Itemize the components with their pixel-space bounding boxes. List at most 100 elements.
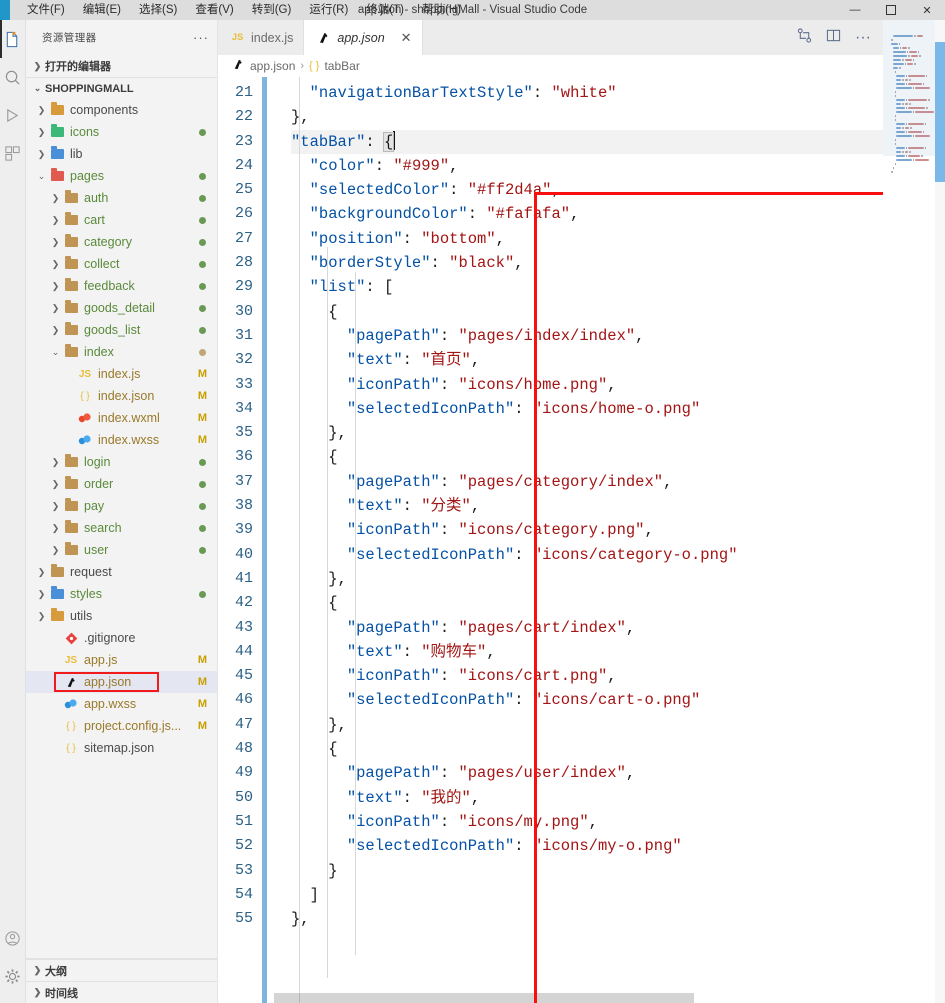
tree-item-category[interactable]: ❯ category bbox=[26, 231, 217, 253]
code-line[interactable]: "pagePath": "pages/category/index", bbox=[291, 470, 883, 494]
tree-item-search[interactable]: ❯ search bbox=[26, 517, 217, 539]
horizontal-scrollbar-thumb[interactable] bbox=[274, 993, 694, 1003]
tree-item-index[interactable]: ⌄ index bbox=[26, 341, 217, 363]
code-line[interactable]: "iconPath": "icons/home.png", bbox=[291, 373, 883, 397]
code-line[interactable]: "backgroundColor": "#fafafa", bbox=[291, 202, 883, 226]
tree-item-app-json[interactable]: app.json M bbox=[26, 671, 217, 693]
tree-item-order[interactable]: ❯ order bbox=[26, 473, 217, 495]
project-root-section[interactable]: ⌄ SHOPPINGMALL bbox=[26, 77, 217, 99]
tree-item-cart[interactable]: ❯ cart bbox=[26, 209, 217, 231]
tab-app-json[interactable]: app.json ✕ bbox=[304, 20, 423, 55]
tree-item-lib[interactable]: ❯ lib bbox=[26, 143, 217, 165]
code-line[interactable]: "selectedIconPath": "icons/cart-o.png" bbox=[291, 688, 883, 712]
menu-help[interactable]: 帮助(H) bbox=[413, 0, 470, 20]
menu-run[interactable]: 运行(R) bbox=[300, 0, 357, 20]
accounts-icon[interactable] bbox=[0, 919, 26, 957]
code-line[interactable]: "iconPath": "icons/my.png", bbox=[291, 810, 883, 834]
code-line[interactable]: "selectedIconPath": "icons/home-o.png" bbox=[291, 397, 883, 421]
code-line[interactable]: "position": "bottom", bbox=[291, 227, 883, 251]
close-tab-icon[interactable]: ✕ bbox=[401, 30, 412, 46]
code-line[interactable]: } bbox=[291, 859, 883, 883]
menu-terminal[interactable]: 终端(T) bbox=[357, 0, 413, 20]
code-line[interactable]: "color": "#999", bbox=[291, 154, 883, 178]
tree-item-request[interactable]: ❯ request bbox=[26, 561, 217, 583]
open-editors-section[interactable]: ❯ 打开的编辑器 bbox=[26, 55, 217, 77]
tree-item-index-wxml[interactable]: index.wxml M bbox=[26, 407, 217, 429]
menu-file[interactable]: 文件(F) bbox=[18, 0, 74, 20]
breadcrumb-file[interactable]: app.json bbox=[250, 59, 295, 73]
extensions-icon[interactable] bbox=[0, 134, 26, 172]
minimize-button[interactable]: — bbox=[837, 0, 873, 20]
tab-index-js[interactable]: JS index.js bbox=[218, 20, 305, 55]
code-line[interactable]: }, bbox=[291, 713, 883, 737]
tree-item-goods-list[interactable]: ❯ goods_list bbox=[26, 319, 217, 341]
tree-item-sitemap-json[interactable]: { } sitemap.json bbox=[26, 737, 217, 759]
menu-view[interactable]: 查看(V) bbox=[186, 0, 242, 20]
code-line[interactable]: "text": "首页", bbox=[291, 348, 883, 372]
tree-item-components[interactable]: ❯ components bbox=[26, 99, 217, 121]
code-line[interactable]: { bbox=[291, 300, 883, 324]
tree-item-icons[interactable]: ❯ icons bbox=[26, 121, 217, 143]
tree-item-index-js[interactable]: JS index.js M bbox=[26, 363, 217, 385]
breadcrumb[interactable]: app.json › { } tabBar bbox=[218, 55, 883, 77]
vertical-scrollbar-thumb[interactable] bbox=[935, 42, 945, 182]
code-editor[interactable]: 21 22 23 24 25 26 27 28 29 30 31 32 33 34 35 36 37 38 39 40… bbox=[218, 77, 883, 1003]
tree-item-collect[interactable]: ❯ collect bbox=[26, 253, 217, 275]
tree-item-goods-detail[interactable]: ❯ goods_detail bbox=[26, 297, 217, 319]
outline-section[interactable]: ❯ 大纲 bbox=[26, 959, 217, 981]
code-line[interactable]: { bbox=[291, 445, 883, 469]
fold-gutter[interactable] bbox=[267, 77, 281, 1003]
code-line[interactable]: "selectedIconPath": "icons/my-o.png" bbox=[291, 834, 883, 858]
code-line[interactable]: "text": "分类", bbox=[291, 494, 883, 518]
tree-item-app-js[interactable]: JS app.js M bbox=[26, 649, 217, 671]
code-line[interactable]: "borderStyle": "black", bbox=[291, 251, 883, 275]
menu-go[interactable]: 转到(G) bbox=[243, 0, 301, 20]
code-line[interactable]: "pagePath": "pages/index/index", bbox=[291, 324, 883, 348]
code-line[interactable]: "navigationBarTextStyle": "white" bbox=[291, 81, 883, 105]
horizontal-scrollbar[interactable] bbox=[218, 993, 883, 1003]
tree-item-utils[interactable]: ❯ utils bbox=[26, 605, 217, 627]
tree-item-index-wxss[interactable]: index.wxss M bbox=[26, 429, 217, 451]
timeline-section[interactable]: ❯ 时间线 bbox=[26, 981, 217, 1003]
close-button[interactable]: ✕ bbox=[909, 0, 945, 20]
code-line[interactable]: }, bbox=[291, 567, 883, 591]
code-line[interactable]: "selectedColor": "#ff2d4a", bbox=[291, 178, 883, 202]
code-line[interactable]: { bbox=[291, 737, 883, 761]
window-controls[interactable]: — ✕ bbox=[837, 0, 945, 20]
more-actions-icon[interactable]: ··· bbox=[855, 29, 871, 47]
tree-item-user[interactable]: ❯ user bbox=[26, 539, 217, 561]
code-line[interactable]: "iconPath": "icons/category.png", bbox=[291, 518, 883, 542]
code-line[interactable]: }, bbox=[291, 907, 883, 931]
tree-item-login[interactable]: ❯ login bbox=[26, 451, 217, 473]
minimap-viewport-slider[interactable] bbox=[883, 20, 935, 156]
code-line[interactable]: "text": "我的", bbox=[291, 786, 883, 810]
code-line[interactable]: "tabBar": { bbox=[291, 129, 883, 154]
menu-selection[interactable]: 选择(S) bbox=[130, 0, 186, 20]
file-tree[interactable]: ❯ components ❯ icons ❯ lib ⌄ pages ❯ auth ❯ cart ❯ ca… bbox=[26, 99, 217, 958]
run-and-debug-icon[interactable] bbox=[0, 96, 26, 134]
tree-item-styles[interactable]: ❯ styles bbox=[26, 583, 217, 605]
tree-item-pay[interactable]: ❯ pay bbox=[26, 495, 217, 517]
tree-item-app-wxss[interactable]: app.wxss M bbox=[26, 693, 217, 715]
code-line[interactable]: "iconPath": "icons/cart.png", bbox=[291, 664, 883, 688]
compare-changes-icon[interactable] bbox=[797, 27, 812, 48]
tree-item-feedback[interactable]: ❯ feedback bbox=[26, 275, 217, 297]
code-line[interactable]: "pagePath": "pages/user/index", bbox=[291, 761, 883, 785]
split-editor-icon[interactable] bbox=[826, 28, 841, 48]
menu-bar[interactable]: 文件(F) 编辑(E) 选择(S) 查看(V) 转到(G) 运行(R) 终端(T) 帮助(H) bbox=[10, 0, 470, 20]
editor-vertical-scrollbar[interactable] bbox=[935, 20, 945, 1003]
breadcrumb-symbol[interactable]: tabBar bbox=[324, 59, 359, 73]
code-line[interactable]: { bbox=[291, 591, 883, 615]
code-line[interactable]: "list": [ bbox=[291, 275, 883, 299]
minimap[interactable] bbox=[883, 20, 945, 1003]
tree-item-pages[interactable]: ⌄ pages bbox=[26, 165, 217, 187]
code-line[interactable]: ] bbox=[291, 883, 883, 907]
tree-item-auth[interactable]: ❯ auth bbox=[26, 187, 217, 209]
sidebar-more-actions-icon[interactable]: ··· bbox=[193, 30, 209, 45]
maximize-button[interactable] bbox=[873, 0, 909, 20]
explorer-icon[interactable] bbox=[0, 20, 26, 58]
settings-gear-icon[interactable] bbox=[0, 957, 26, 995]
tree-item-project-config-js---[interactable]: { } project.config.js... M bbox=[26, 715, 217, 737]
menu-edit[interactable]: 编辑(E) bbox=[74, 0, 130, 20]
code-line[interactable]: "selectedIconPath": "icons/category-o.pn… bbox=[291, 543, 883, 567]
